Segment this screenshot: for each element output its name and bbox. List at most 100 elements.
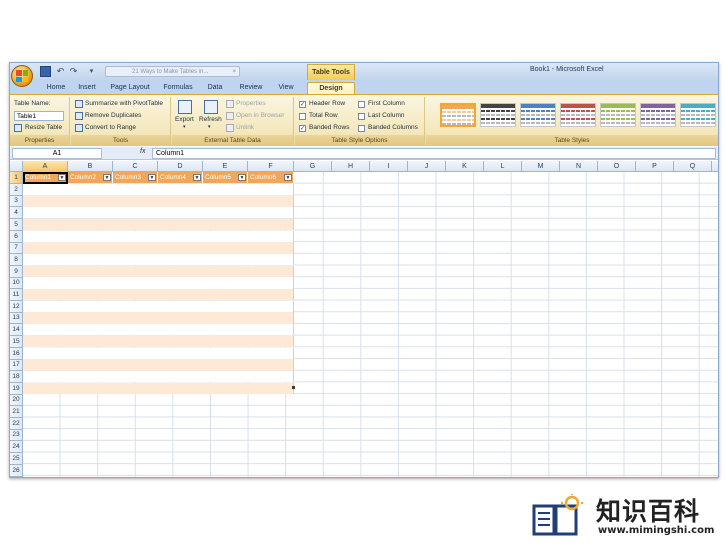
row-header-7[interactable]: 7 (10, 242, 23, 255)
row-header-6[interactable]: 6 (10, 230, 23, 243)
table-header-cell[interactable]: Column1 ▼ (23, 172, 68, 184)
refresh-dropdown-icon[interactable]: ▾ (208, 124, 211, 130)
column-header-d[interactable]: D (158, 161, 203, 172)
filter-dropdown-icon[interactable]: ▼ (103, 174, 111, 181)
row-header-8[interactable]: 8 (10, 253, 23, 266)
table-style-swatch[interactable] (520, 103, 556, 127)
row-header-23[interactable]: 23 (10, 429, 23, 442)
row-header-10[interactable]: 10 (10, 277, 23, 290)
formula-input[interactable]: Column1 (152, 148, 716, 159)
open-in-browser-button[interactable]: Open in Browser (236, 112, 284, 119)
filter-dropdown-icon[interactable]: ▼ (58, 174, 66, 181)
row-header-9[interactable]: 9 (10, 265, 23, 278)
export-button[interactable]: Export (175, 116, 194, 123)
header-row-checkbox[interactable]: ✓ (299, 101, 306, 108)
column-header-e[interactable]: E (203, 161, 248, 172)
row-header-2[interactable]: 2 (10, 183, 23, 196)
table-header-cell[interactable]: Column2 ▼ (68, 172, 113, 184)
office-button[interactable] (11, 65, 33, 87)
row-header-11[interactable]: 11 (10, 289, 23, 301)
column-header-j[interactable]: J (408, 161, 446, 172)
banded-columns-checkbox[interactable] (358, 125, 365, 132)
remove-duplicates-button[interactable]: Remove Duplicates (85, 112, 141, 119)
close-doc-tab-icon[interactable]: × (232, 67, 236, 76)
column-header-h[interactable]: H (332, 161, 370, 172)
summarize-pivot-button[interactable]: Summarize with PivotTable (85, 100, 163, 107)
tab-formulas[interactable]: Formulas (160, 82, 196, 94)
column-header-b[interactable]: B (68, 161, 113, 172)
row-header-16[interactable]: 16 (10, 347, 23, 360)
column-header-l[interactable]: L (484, 161, 522, 172)
row-header-13[interactable]: 13 (10, 312, 23, 325)
filter-dropdown-icon[interactable]: ▼ (193, 174, 201, 181)
customize-qat-icon[interactable]: ▾ (86, 66, 97, 77)
table-style-swatch[interactable] (600, 103, 636, 127)
row-header-5[interactable]: 5 (10, 218, 23, 231)
insert-function-icon[interactable]: fx (140, 148, 145, 155)
row-header-12[interactable]: 12 (10, 300, 23, 313)
table-header-cell[interactable]: Column5 ▼ (203, 172, 248, 184)
column-header-g[interactable]: G (294, 161, 332, 172)
tab-home[interactable]: Home (43, 82, 69, 94)
total-row-checkbox[interactable] (299, 113, 306, 120)
properties-button[interactable]: Properties (236, 100, 266, 107)
row-header-15[interactable]: 15 (10, 335, 23, 348)
column-header-n[interactable]: N (560, 161, 598, 172)
name-box[interactable]: A1 (12, 148, 102, 159)
banded-rows-checkbox[interactable]: ✓ (299, 125, 306, 132)
table-header-cell[interactable]: Column4 ▼ (158, 172, 203, 184)
column-header-i[interactable]: I (370, 161, 408, 172)
column-header-k[interactable]: K (446, 161, 484, 172)
row-header-18[interactable]: 18 (10, 370, 23, 383)
refresh-button[interactable]: Refresh (199, 116, 222, 123)
tab-design[interactable]: Design (307, 82, 355, 94)
table-style-swatch[interactable] (480, 103, 516, 127)
convert-to-range-button[interactable]: Convert to Range (85, 124, 136, 131)
table-resize-handle[interactable] (292, 386, 295, 389)
row-header-17[interactable]: 17 (10, 359, 23, 372)
column-header-c[interactable]: C (113, 161, 158, 172)
row-header-3[interactable]: 3 (10, 195, 23, 208)
unlink-button[interactable]: Unlink (236, 124, 254, 131)
table-style-swatch[interactable] (560, 103, 596, 127)
redo-icon[interactable]: ↷ (68, 66, 79, 77)
table-header-cell[interactable]: Column6 ▼ (248, 172, 294, 184)
tab-review[interactable]: Review (236, 82, 266, 94)
row-header-24[interactable]: 24 (10, 441, 23, 454)
table-style-swatch[interactable] (640, 103, 676, 127)
column-header-p[interactable]: P (636, 161, 674, 172)
row-header-26[interactable]: 26 (10, 464, 23, 477)
tab-insert[interactable]: Insert (74, 82, 100, 94)
row-header-19[interactable]: 19 (10, 382, 23, 395)
filter-dropdown-icon[interactable]: ▼ (284, 174, 292, 181)
filter-dropdown-icon[interactable]: ▼ (148, 174, 156, 181)
row-header-1[interactable]: 1 (10, 172, 23, 184)
column-header-f[interactable]: F (248, 161, 294, 172)
row-header-20[interactable]: 20 (10, 394, 23, 407)
first-column-checkbox[interactable] (358, 101, 365, 108)
export-dropdown-icon[interactable]: ▾ (183, 124, 186, 130)
save-icon[interactable] (40, 66, 51, 77)
document-tab[interactable]: 21 Ways to Make Tables in... × (105, 66, 240, 77)
filter-dropdown-icon[interactable]: ▼ (238, 174, 246, 181)
column-header-m[interactable]: M (522, 161, 560, 172)
tab-page-layout[interactable]: Page Layout (108, 82, 152, 94)
last-column-checkbox[interactable] (358, 113, 365, 120)
row-header-25[interactable]: 25 (10, 452, 23, 465)
column-header-a[interactable]: A (23, 161, 68, 172)
undo-icon[interactable]: ↶ (55, 66, 66, 77)
column-header-o[interactable]: O (598, 161, 636, 172)
row-header-21[interactable]: 21 (10, 406, 23, 418)
table-style-swatch[interactable] (440, 103, 476, 127)
resize-table-button[interactable]: Resize Table (25, 124, 62, 131)
table-name-input[interactable]: Table1 (14, 111, 64, 121)
select-all-corner[interactable] (10, 161, 23, 172)
row-header-22[interactable]: 22 (10, 417, 23, 430)
tab-view[interactable]: View (274, 82, 298, 94)
table-style-swatch[interactable] (680, 103, 716, 127)
row-header-4[interactable]: 4 (10, 207, 23, 220)
table-header-cell[interactable]: Column3 ▼ (113, 172, 158, 184)
row-header-14[interactable]: 14 (10, 324, 23, 337)
column-header-q[interactable]: Q (674, 161, 712, 172)
tab-data[interactable]: Data (204, 82, 226, 94)
